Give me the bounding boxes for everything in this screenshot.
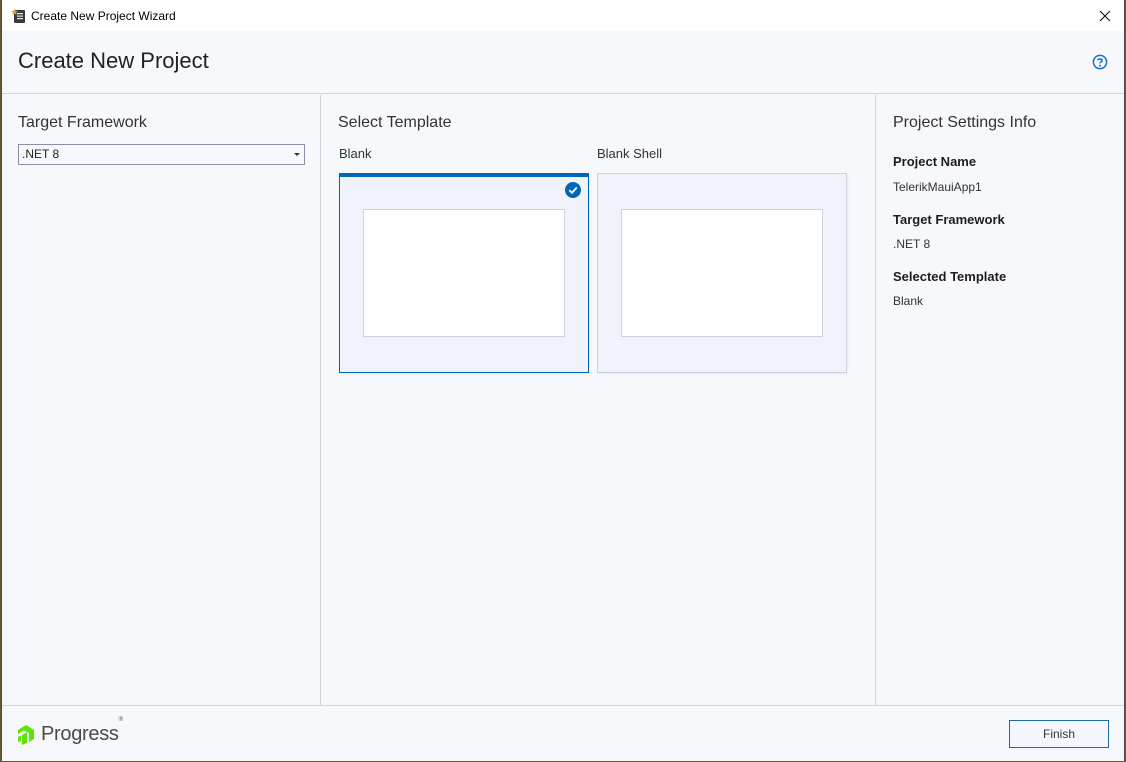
project-settings-info-title: Project Settings Info [893,114,1037,131]
dropdown-selected-value: .NET 8 [22,147,60,161]
info-label-target-framework: Target Framework [893,212,1005,227]
target-framework-dropdown[interactable]: .NET 8 [18,144,305,165]
info-label-selected-template: Selected Template [893,269,1007,284]
template-label: Blank [339,146,372,161]
info-value-target-framework: .NET 8 [893,237,931,251]
close-icon [1099,10,1111,22]
select-template-title: Select Template [338,114,452,131]
template-preview [363,209,565,337]
help-button[interactable] [1092,54,1108,70]
target-framework-panel: Target Framework .NET 8 [2,95,321,705]
checkmark-circle-icon [565,182,581,198]
wizard-header: Create New Project [2,31,1124,94]
wizard-window: Create New Project Wizard Create New Pro… [1,0,1125,761]
window-title: Create New Project Wizard [31,8,176,23]
progress-logo: Progress® [18,717,123,746]
project-settings-info-panel: Project Settings Info Project Name Teler… [877,95,1126,705]
page-title: Create New Project [18,48,209,73]
template-preview [621,209,823,337]
title-bar: Create New Project Wizard [2,0,1124,31]
template-label: Blank Shell [597,146,663,161]
template-card-blank-shell[interactable] [597,173,847,373]
close-button[interactable] [1094,5,1116,27]
info-value-project-name: TelerikMauiApp1 [893,180,982,194]
progress-logo-text: Progress® [41,717,123,745]
template-card-blank[interactable] [339,173,589,373]
help-circle-icon [1092,54,1108,70]
wizard-footer: Progress® Finish [2,705,1124,761]
info-value-selected-template: Blank [893,294,924,308]
chevron-down-icon [294,153,300,156]
target-framework-title: Target Framework [18,114,147,131]
progress-logo-icon [18,724,34,745]
select-template-panel: Select Template Blank Blank Shell [322,95,876,705]
info-label-project-name: Project Name [893,154,977,169]
finish-button[interactable]: Finish [1009,720,1109,748]
document-star-icon [11,8,27,24]
